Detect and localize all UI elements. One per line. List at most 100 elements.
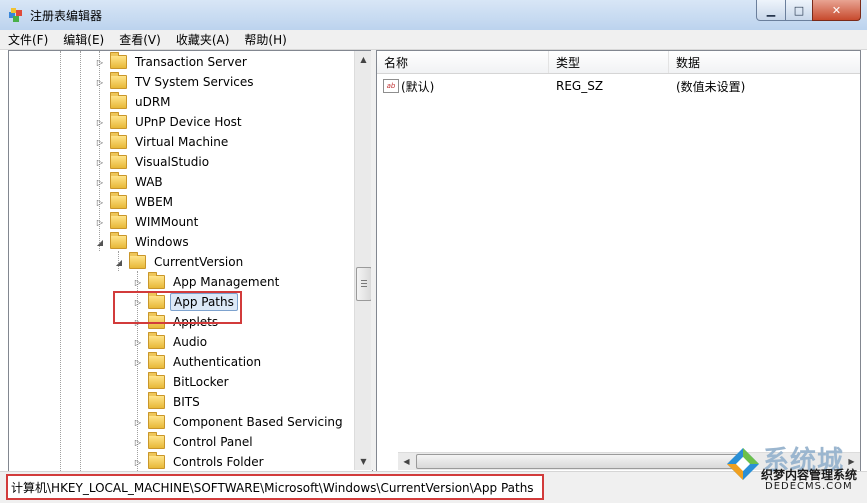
close-button[interactable]: ✕: [812, 0, 861, 21]
tree-node-label[interactable]: TV System Services: [132, 74, 257, 90]
expand-icon[interactable]: ▷: [133, 357, 143, 367]
tree-node[interactable]: ▷ Applets: [133, 312, 221, 332]
tree-node-label[interactable]: BITS: [170, 394, 203, 410]
expand-icon[interactable]: ▷: [95, 77, 105, 87]
window-title: 注册表编辑器: [30, 9, 103, 23]
tree-node-selected[interactable]: ▷ App Paths: [133, 292, 238, 312]
tree-node[interactable]: ▷ VisualStudio: [95, 152, 212, 172]
tree-node-label[interactable]: Applets: [170, 314, 221, 330]
expand-icon[interactable]: ▷: [95, 177, 105, 187]
collapse-icon[interactable]: ◢: [114, 257, 124, 267]
tree-node[interactable]: ▷ Virtual Machine: [95, 132, 231, 152]
scroll-thumb[interactable]: [356, 267, 372, 301]
expand-icon[interactable]: ▷: [95, 137, 105, 147]
expand-icon[interactable]: ▷: [133, 277, 143, 287]
folder-icon: [148, 332, 165, 349]
title-bar[interactable]: 注册表编辑器 ▁ □ ✕: [0, 0, 867, 31]
menu-view[interactable]: 查看(V): [111, 31, 168, 48]
values-list[interactable]: 名称 类型 数据 ab (默认) REG_SZ (数值未设置) ◀ ▶: [376, 50, 861, 472]
tree-node[interactable]: ▷ Transaction Server: [95, 52, 250, 72]
expand-icon[interactable]: ▷: [133, 337, 143, 347]
tree-node[interactable]: ▷ Component Based Servicing: [133, 412, 346, 432]
folder-icon: [110, 112, 127, 129]
tree-node-label[interactable]: Authentication: [170, 354, 264, 370]
tree-vertical-scrollbar[interactable]: ▲ ▼: [354, 51, 372, 470]
expand-icon[interactable]: ▷: [95, 197, 105, 207]
tree-node[interactable]: BitLocker: [133, 372, 232, 392]
tree-node[interactable]: ◢ Windows: [95, 232, 192, 252]
column-header-data[interactable]: 数据: [669, 51, 860, 73]
menu-help[interactable]: 帮助(H): [236, 31, 293, 48]
folder-icon: [148, 272, 165, 289]
scroll-up-icon[interactable]: ▲: [355, 51, 372, 68]
folder-icon: [148, 452, 165, 469]
expand-icon: [133, 397, 143, 407]
folder-icon: [110, 52, 127, 69]
value-name-cell[interactable]: ab (默认): [383, 76, 434, 96]
tree-node[interactable]: ▷ WAB: [95, 172, 166, 192]
expand-icon[interactable]: ▷: [133, 437, 143, 447]
expand-icon[interactable]: ▷: [133, 297, 143, 307]
menu-favorites[interactable]: 收藏夹(A): [168, 31, 237, 48]
expand-icon[interactable]: ▷: [95, 117, 105, 127]
folder-icon: [148, 392, 165, 409]
expand-icon: [133, 377, 143, 387]
value-type: REG_SZ: [556, 79, 604, 93]
list-item[interactable]: ab (默认) REG_SZ (数值未设置): [377, 76, 860, 96]
tree-node-label[interactable]: Transaction Server: [132, 54, 250, 70]
registry-tree[interactable]: ▷ Transaction Server ▷ TV System Service…: [8, 50, 373, 472]
scroll-down-icon[interactable]: ▼: [355, 453, 372, 470]
scroll-left-icon[interactable]: ◀: [398, 453, 415, 470]
tree-node-label[interactable]: VisualStudio: [132, 154, 212, 170]
column-header-type[interactable]: 类型: [549, 51, 669, 73]
minimize-button[interactable]: ▁: [756, 0, 786, 21]
maximize-button[interactable]: □: [785, 0, 813, 21]
tree-node-label[interactable]: CurrentVersion: [151, 254, 246, 270]
expand-icon[interactable]: ▷: [95, 217, 105, 227]
tree-node[interactable]: ▷ Controls Folder: [133, 452, 267, 471]
tree-node-label[interactable]: WIMMount: [132, 214, 201, 230]
folder-icon: [148, 352, 165, 369]
menu-file[interactable]: 文件(F): [0, 31, 55, 48]
expand-icon[interactable]: ▷: [95, 157, 105, 167]
tree-node[interactable]: ▷ WBEM: [95, 192, 176, 212]
folder-icon: [148, 292, 165, 309]
scroll-thumb[interactable]: [416, 454, 740, 469]
tree-node-label[interactable]: Windows: [132, 234, 192, 250]
expand-icon[interactable]: ▷: [133, 317, 143, 327]
expand-icon: [95, 97, 105, 107]
tree-node-label[interactable]: Control Panel: [170, 434, 256, 450]
tree-node-label[interactable]: App Paths: [170, 293, 238, 311]
tree-node-label[interactable]: Component Based Servicing: [170, 414, 346, 430]
tree-node-label[interactable]: WBEM: [132, 194, 176, 210]
tree-node-label[interactable]: App Management: [170, 274, 282, 290]
folder-icon: [110, 172, 127, 189]
tree-node[interactable]: ◢ CurrentVersion: [114, 252, 246, 272]
folder-icon: [110, 212, 127, 229]
tree-node-label[interactable]: UPnP Device Host: [132, 114, 245, 130]
collapse-icon[interactable]: ◢: [95, 237, 105, 247]
tree-node-label[interactable]: Controls Folder: [170, 454, 267, 470]
tree-node-label[interactable]: uDRM: [132, 94, 174, 110]
expand-icon[interactable]: ▷: [95, 57, 105, 67]
tree-node[interactable]: uDRM: [95, 92, 174, 112]
tree-node[interactable]: ▷ Control Panel: [133, 432, 256, 452]
tree-node-label[interactable]: Virtual Machine: [132, 134, 231, 150]
menu-edit[interactable]: 编辑(E): [55, 31, 111, 48]
tree-node-label[interactable]: WAB: [132, 174, 166, 190]
folder-icon: [148, 312, 165, 329]
expand-icon[interactable]: ▷: [133, 417, 143, 427]
tree-node-label[interactable]: BitLocker: [170, 374, 232, 390]
tree-node[interactable]: ▷ WIMMount: [95, 212, 201, 232]
column-header-name[interactable]: 名称: [377, 51, 549, 73]
tree-node[interactable]: ▷ App Management: [133, 272, 282, 292]
tree-node[interactable]: BITS: [133, 392, 203, 412]
expand-icon[interactable]: ▷: [133, 457, 143, 467]
tree-node-label[interactable]: Audio: [170, 334, 210, 350]
tree-node[interactable]: ▷ Audio: [133, 332, 210, 352]
tree-node[interactable]: ▷ Authentication: [133, 352, 264, 372]
folder-icon: [148, 372, 165, 389]
maximize-icon: □: [793, 3, 805, 17]
tree-node[interactable]: ▷ UPnP Device Host: [95, 112, 245, 132]
tree-node[interactable]: ▷ TV System Services: [95, 72, 257, 92]
